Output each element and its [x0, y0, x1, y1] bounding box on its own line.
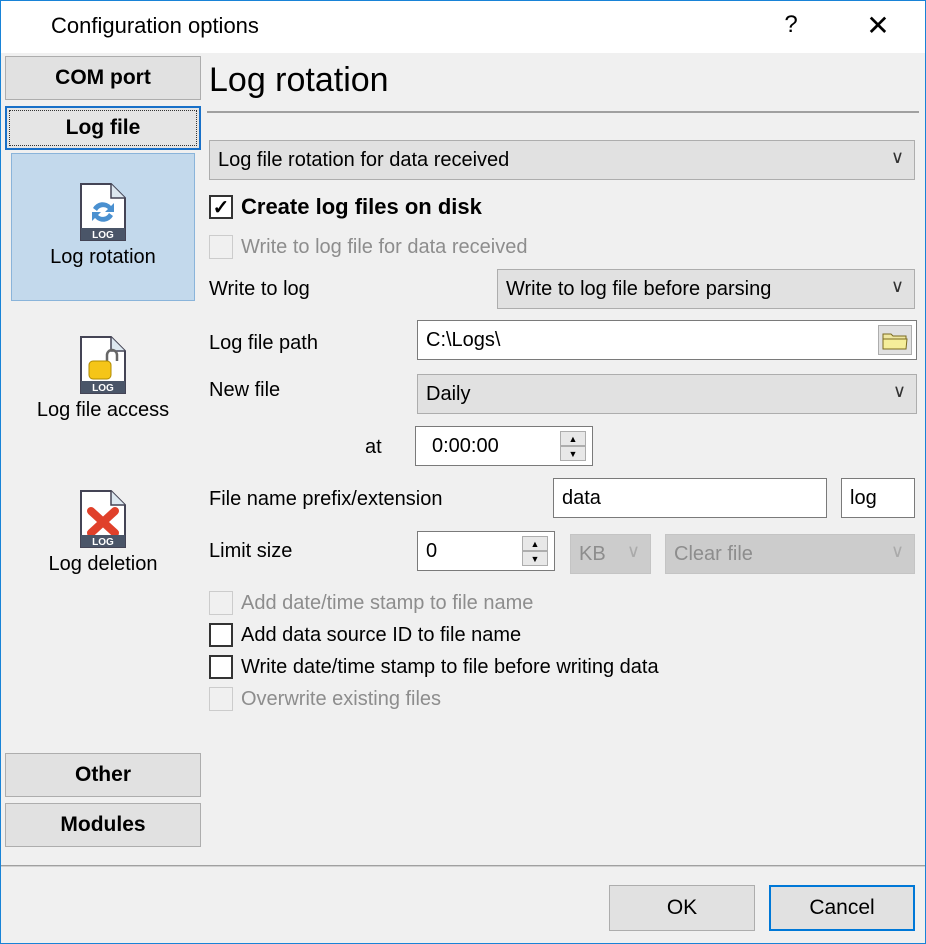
window-title: Configuration options	[51, 13, 259, 38]
checkbox-box	[209, 591, 233, 615]
checkbox-label: Create log files on disk	[241, 194, 482, 219]
time-input[interactable]: 0:00:00 ▲ ▼	[415, 426, 593, 466]
chevron-down-icon: ∨	[892, 381, 906, 401]
log-file-path-value: C:\Logs\	[426, 328, 501, 351]
svg-text:LOG: LOG	[92, 230, 114, 241]
help-button[interactable]: ?	[779, 11, 803, 41]
title-bar: Configuration options ? ✕	[1, 1, 925, 53]
folder-icon	[882, 333, 908, 350]
checkbox-label: Write to log file for data received	[241, 235, 528, 258]
chevron-down-icon: ∨	[890, 147, 904, 167]
sidebar-section-log-file[interactable]: Log file	[5, 106, 201, 150]
checkbox-box: ✓	[209, 195, 233, 219]
rotation-mode-select[interactable]: Log file rotation for data received ∨	[209, 140, 915, 180]
chevron-down-icon: ∨	[890, 541, 904, 561]
time-spinner[interactable]: ▲ ▼	[560, 431, 586, 461]
add-timestamp-checkbox[interactable]: Add date/time stamp to file name	[209, 591, 533, 615]
log-lock-icon: LOG	[79, 335, 127, 395]
limit-size-spinner[interactable]: ▲ ▼	[522, 536, 548, 566]
log-file-path-label: Log file path	[209, 332, 318, 354]
checkbox-box	[209, 655, 233, 679]
cancel-button[interactable]: Cancel	[769, 885, 915, 931]
svg-text:LOG: LOG	[92, 537, 114, 548]
sidebar-item-label: Log deletion	[48, 553, 158, 575]
checkbox-label: Overwrite existing files	[241, 687, 442, 710]
write-to-log-select[interactable]: Write to log file before parsing ∨	[497, 269, 915, 309]
create-log-files-checkbox[interactable]: ✓ Create log files on disk	[209, 194, 482, 220]
checkbox-box	[209, 235, 233, 259]
spin-up-button[interactable]: ▲	[560, 431, 586, 446]
sidebar-item-label: Log file access	[36, 399, 170, 421]
write-timestamp-checkbox[interactable]: Write date/time stamp to file before wri…	[209, 655, 659, 679]
size-unit-select[interactable]: KB ∨	[570, 534, 651, 574]
time-value: 0:00:00	[432, 434, 499, 457]
rotation-mode-value: Log file rotation for data received	[218, 148, 510, 171]
spin-up-button[interactable]: ▲	[522, 536, 548, 551]
checkbox-label: Add date/time stamp to file name	[241, 591, 534, 614]
file-prefix-input[interactable]: data	[553, 478, 827, 518]
spin-down-button[interactable]: ▼	[560, 446, 586, 461]
checkbox-label: Add data source ID to file name	[241, 623, 522, 646]
sidebar-section-other[interactable]: Other	[5, 753, 201, 797]
at-label: at	[365, 436, 382, 458]
file-name-label: File name prefix/extension	[209, 488, 443, 510]
spin-down-button[interactable]: ▼	[522, 551, 548, 566]
add-source-id-checkbox[interactable]: Add data source ID to file name	[209, 623, 521, 647]
sidebar-item-label: Log rotation	[50, 246, 156, 268]
limit-action-value: Clear file	[674, 542, 753, 565]
chevron-down-icon: ∨	[626, 541, 640, 561]
file-extension-value: log	[850, 486, 877, 509]
checkbox-box	[209, 687, 233, 711]
svg-text:LOG: LOG	[92, 383, 114, 394]
chevron-down-icon: ∨	[890, 276, 904, 296]
sidebar-item-log-file-access[interactable]: LOG Log file access	[11, 307, 195, 455]
new-file-select[interactable]: Daily ∨	[417, 374, 917, 414]
write-for-received-checkbox[interactable]: Write to log file for data received	[209, 235, 527, 259]
new-file-value: Daily	[426, 382, 471, 405]
ok-button[interactable]: OK	[609, 885, 755, 931]
write-to-log-label: Write to log	[209, 278, 310, 300]
log-delete-icon: LOG	[79, 489, 127, 549]
limit-size-label: Limit size	[209, 540, 293, 562]
sidebar-item-log-deletion[interactable]: LOG Log deletion	[11, 461, 195, 609]
browse-folder-button[interactable]	[878, 325, 912, 355]
checkbox-label: Write date/time stamp to file before wri…	[241, 655, 659, 678]
header-divider	[207, 111, 919, 113]
sidebar-item-log-rotation[interactable]: LOG Log rotation	[11, 153, 195, 301]
limit-size-input[interactable]: 0 ▲ ▼	[417, 531, 555, 571]
log-file-path-input[interactable]: C:\Logs\	[417, 320, 917, 360]
close-button[interactable]: ✕	[863, 9, 893, 43]
limit-size-value: 0	[426, 539, 438, 562]
footer-divider	[1, 865, 925, 867]
write-to-log-value: Write to log file before parsing	[506, 277, 772, 300]
sidebar-section-modules[interactable]: Modules	[5, 803, 201, 847]
sidebar-section-com-port[interactable]: COM port	[5, 56, 201, 100]
log-rotation-icon: LOG	[79, 182, 127, 242]
page-title: Log rotation	[209, 61, 389, 99]
new-file-label: New file	[209, 379, 281, 401]
file-prefix-value: data	[562, 486, 601, 509]
overwrite-files-checkbox[interactable]: Overwrite existing files	[209, 687, 441, 711]
limit-action-select[interactable]: Clear file ∨	[665, 534, 915, 574]
checkbox-box	[209, 623, 233, 647]
file-extension-input[interactable]: log	[841, 478, 915, 518]
size-unit-value: KB	[579, 542, 606, 565]
configuration-dialog: Configuration options ? ✕ COM port Log f…	[0, 0, 926, 944]
